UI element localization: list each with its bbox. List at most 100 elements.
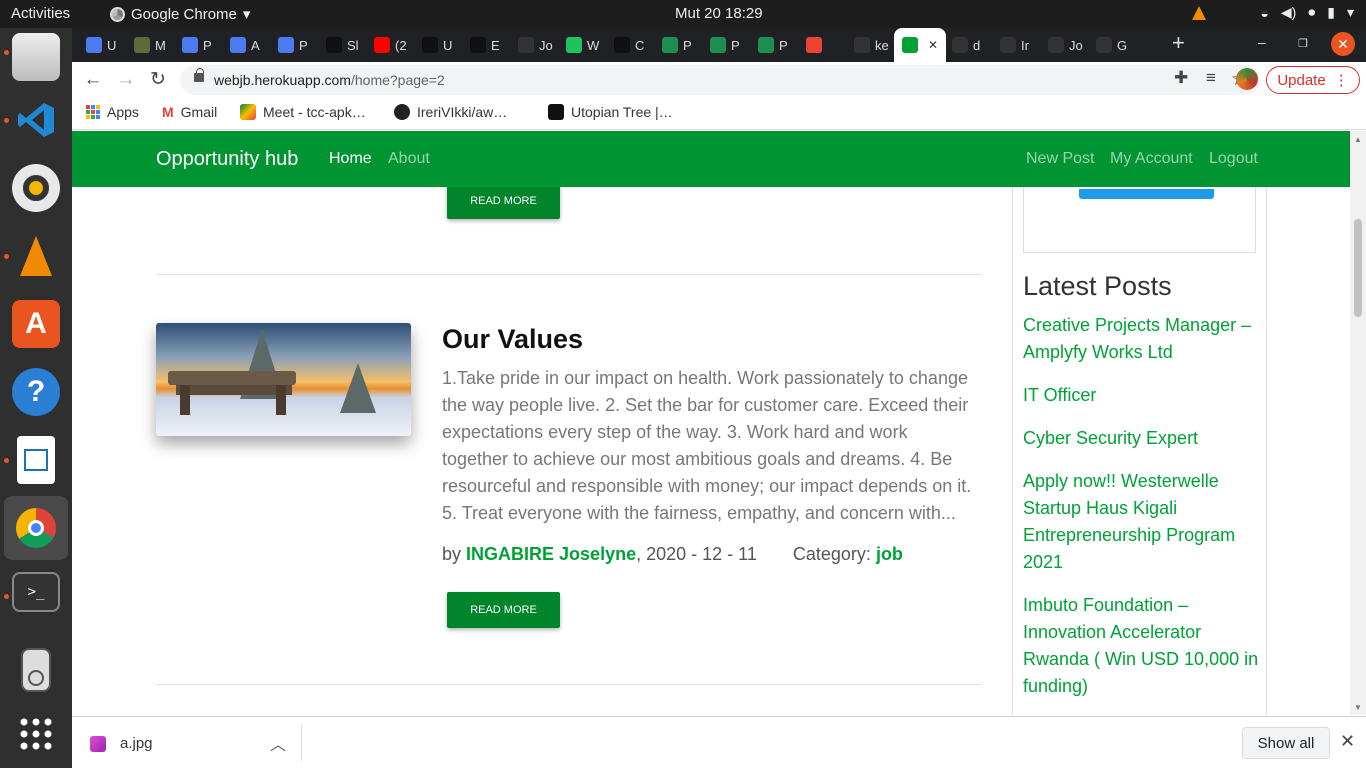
- scroll-down-arrow-icon[interactable]: ▼: [1354, 703, 1362, 712]
- browser-tab[interactable]: Ir: [1000, 34, 1029, 56]
- w-icon: [758, 37, 774, 53]
- profile-avatar[interactable]: [1236, 68, 1258, 90]
- terminal-icon[interactable]: >_: [12, 572, 60, 612]
- writer-icon[interactable]: [17, 436, 55, 484]
- browser-tab[interactable]: ✕: [894, 28, 947, 62]
- bench-shape: [176, 385, 292, 395]
- chevron-up-icon[interactable]: ︿: [270, 731, 286, 755]
- extensions-icon[interactable]: ✚: [1174, 68, 1188, 88]
- scroll-up-arrow-icon[interactable]: ▲: [1354, 135, 1362, 144]
- github-icon: [1000, 37, 1016, 53]
- url-text[interactable]: webjb.herokuapp.com/home?page=2: [214, 72, 445, 88]
- close-window-button[interactable]: ✕: [1331, 32, 1355, 56]
- show-applications-icon[interactable]: [12, 710, 60, 758]
- browser-tab[interactable]: (2: [374, 34, 407, 56]
- nav-home-link[interactable]: Home: [329, 150, 372, 168]
- nav-about-link[interactable]: About: [388, 150, 430, 168]
- restore-button[interactable]: ❐: [1298, 37, 1308, 50]
- browser-tab[interactable]: E: [470, 34, 500, 56]
- app-menu[interactable]: Google Chrome ▾: [110, 5, 250, 23]
- nav-new-post-link[interactable]: New Post: [1026, 150, 1094, 168]
- sidebar-card-button[interactable]: [1079, 189, 1214, 199]
- browser-tab[interactable]: W: [566, 34, 599, 56]
- browser-tab[interactable]: P: [278, 34, 308, 56]
- post-excerpt: 1.Take pride in our impact on health. Wo…: [442, 368, 972, 523]
- browser-tab[interactable]: Jo: [518, 34, 553, 56]
- latest-post-link[interactable]: Imbuto Foundation – Innovation Accelerat…: [1023, 592, 1259, 700]
- back-button[interactable]: ←: [81, 68, 105, 92]
- ipod-icon[interactable]: [21, 648, 51, 692]
- latest-post-link[interactable]: Creative Projects Manager – Amplyfy Work…: [1023, 312, 1259, 366]
- browser-tab[interactable]: [806, 34, 827, 56]
- read-more-button-prev[interactable]: READ MORE: [447, 183, 560, 219]
- latest-post-link[interactable]: IT Officer: [1023, 382, 1259, 409]
- browser-tab[interactable]: Sl: [326, 34, 359, 56]
- browser-tab[interactable]: U: [422, 34, 452, 56]
- github-icon: [1096, 37, 1112, 53]
- rhythmbox-icon[interactable]: [12, 164, 60, 212]
- volume-icon[interactable]: ◀): [1281, 4, 1296, 21]
- category-link[interactable]: job: [876, 544, 903, 564]
- system-tray[interactable]: ◒ ◀) ⏺ ▮ ▾: [1192, 4, 1354, 21]
- forward-button[interactable]: →: [114, 68, 138, 92]
- browser-tab[interactable]: P: [182, 34, 212, 56]
- help-icon[interactable]: ?: [12, 368, 60, 416]
- browser-tab[interactable]: Jo: [1048, 34, 1083, 56]
- bookmark-utopian-tree[interactable]: Utopian Tree |…: [548, 104, 673, 120]
- browser-tab[interactable]: P: [662, 34, 692, 56]
- battery-icon[interactable]: ▮: [1327, 4, 1335, 21]
- read-more-button[interactable]: READ MORE: [447, 592, 560, 628]
- update-button[interactable]: Update ⋮: [1266, 66, 1360, 94]
- bench-leg: [180, 385, 190, 415]
- download-item[interactable]: a.jpg: [90, 735, 153, 752]
- bookmark-gmail[interactable]: M Gmail: [162, 104, 217, 120]
- nav-my-account-link[interactable]: My Account: [1110, 150, 1193, 168]
- bookmark-meet[interactable]: Meet - tcc-apk…: [240, 104, 366, 120]
- bookmark-github[interactable]: IreriVIkki/aw…: [394, 104, 507, 120]
- browser-tab[interactable]: G: [1096, 34, 1127, 56]
- browser-tab[interactable]: P: [710, 34, 740, 56]
- post-thumbnail[interactable]: [156, 323, 411, 436]
- latest-post-link[interactable]: Apply now!! Westerwelle Startup Haus Kig…: [1023, 468, 1259, 576]
- power-menu-icon[interactable]: ▾: [1347, 4, 1354, 21]
- close-tab-icon[interactable]: ✕: [928, 38, 938, 52]
- vlc-tray-icon[interactable]: [1192, 5, 1207, 20]
- scrollbar-thumb[interactable]: [1354, 219, 1362, 317]
- software-center-icon[interactable]: A: [12, 300, 60, 348]
- author-link[interactable]: INGABIRE Joselyne: [466, 544, 636, 564]
- browser-tab[interactable]: ke: [854, 34, 889, 56]
- show-all-button[interactable]: Show all: [1242, 727, 1330, 759]
- browser-tab[interactable]: A: [230, 34, 260, 56]
- tree-shape: [340, 363, 376, 413]
- wifi-icon[interactable]: ◒: [1260, 5, 1268, 21]
- close-icon[interactable]: ✕: [1340, 731, 1355, 752]
- nav-logout-link[interactable]: Logout: [1209, 150, 1258, 168]
- vlc-icon[interactable]: [12, 232, 60, 280]
- chrome-dock-icon[interactable]: [4, 496, 68, 560]
- page-scrollbar[interactable]: ▲ ▼: [1350, 131, 1366, 715]
- category-label: Category:: [792, 544, 871, 564]
- browser-tab[interactable]: C: [614, 34, 644, 56]
- browser-tab[interactable]: d: [952, 34, 980, 56]
- lock-icon[interactable]: [194, 68, 204, 82]
- files-icon[interactable]: [12, 33, 60, 81]
- address-bar[interactable]: webjb.herokuapp.com/home?page=2 ☆: [180, 65, 1260, 95]
- new-tab-button[interactable]: +: [1172, 30, 1185, 56]
- browser-tab[interactable]: P: [758, 34, 788, 56]
- github-icon: [518, 37, 534, 53]
- apps-grid-icon: [86, 105, 100, 119]
- minimize-button[interactable]: –: [1258, 34, 1266, 50]
- clock[interactable]: Mut 20 18:29: [675, 5, 763, 22]
- vscode-icon[interactable]: [12, 96, 60, 144]
- browser-tab[interactable]: U: [86, 34, 116, 56]
- microphone-icon[interactable]: ⏺: [1308, 4, 1315, 21]
- bookmark-apps[interactable]: Apps: [86, 104, 139, 120]
- caret-down-icon: ▾: [242, 6, 251, 23]
- reload-button[interactable]: ↻: [146, 68, 170, 92]
- latest-post-link[interactable]: Cyber Security Expert: [1023, 425, 1259, 452]
- site-brand[interactable]: Opportunity hub: [156, 148, 298, 171]
- post-title[interactable]: Our Values: [442, 324, 583, 355]
- browser-tab[interactable]: M: [134, 34, 166, 56]
- media-control-icon[interactable]: ≡: [1206, 68, 1216, 88]
- activities-button[interactable]: Activities: [11, 5, 70, 22]
